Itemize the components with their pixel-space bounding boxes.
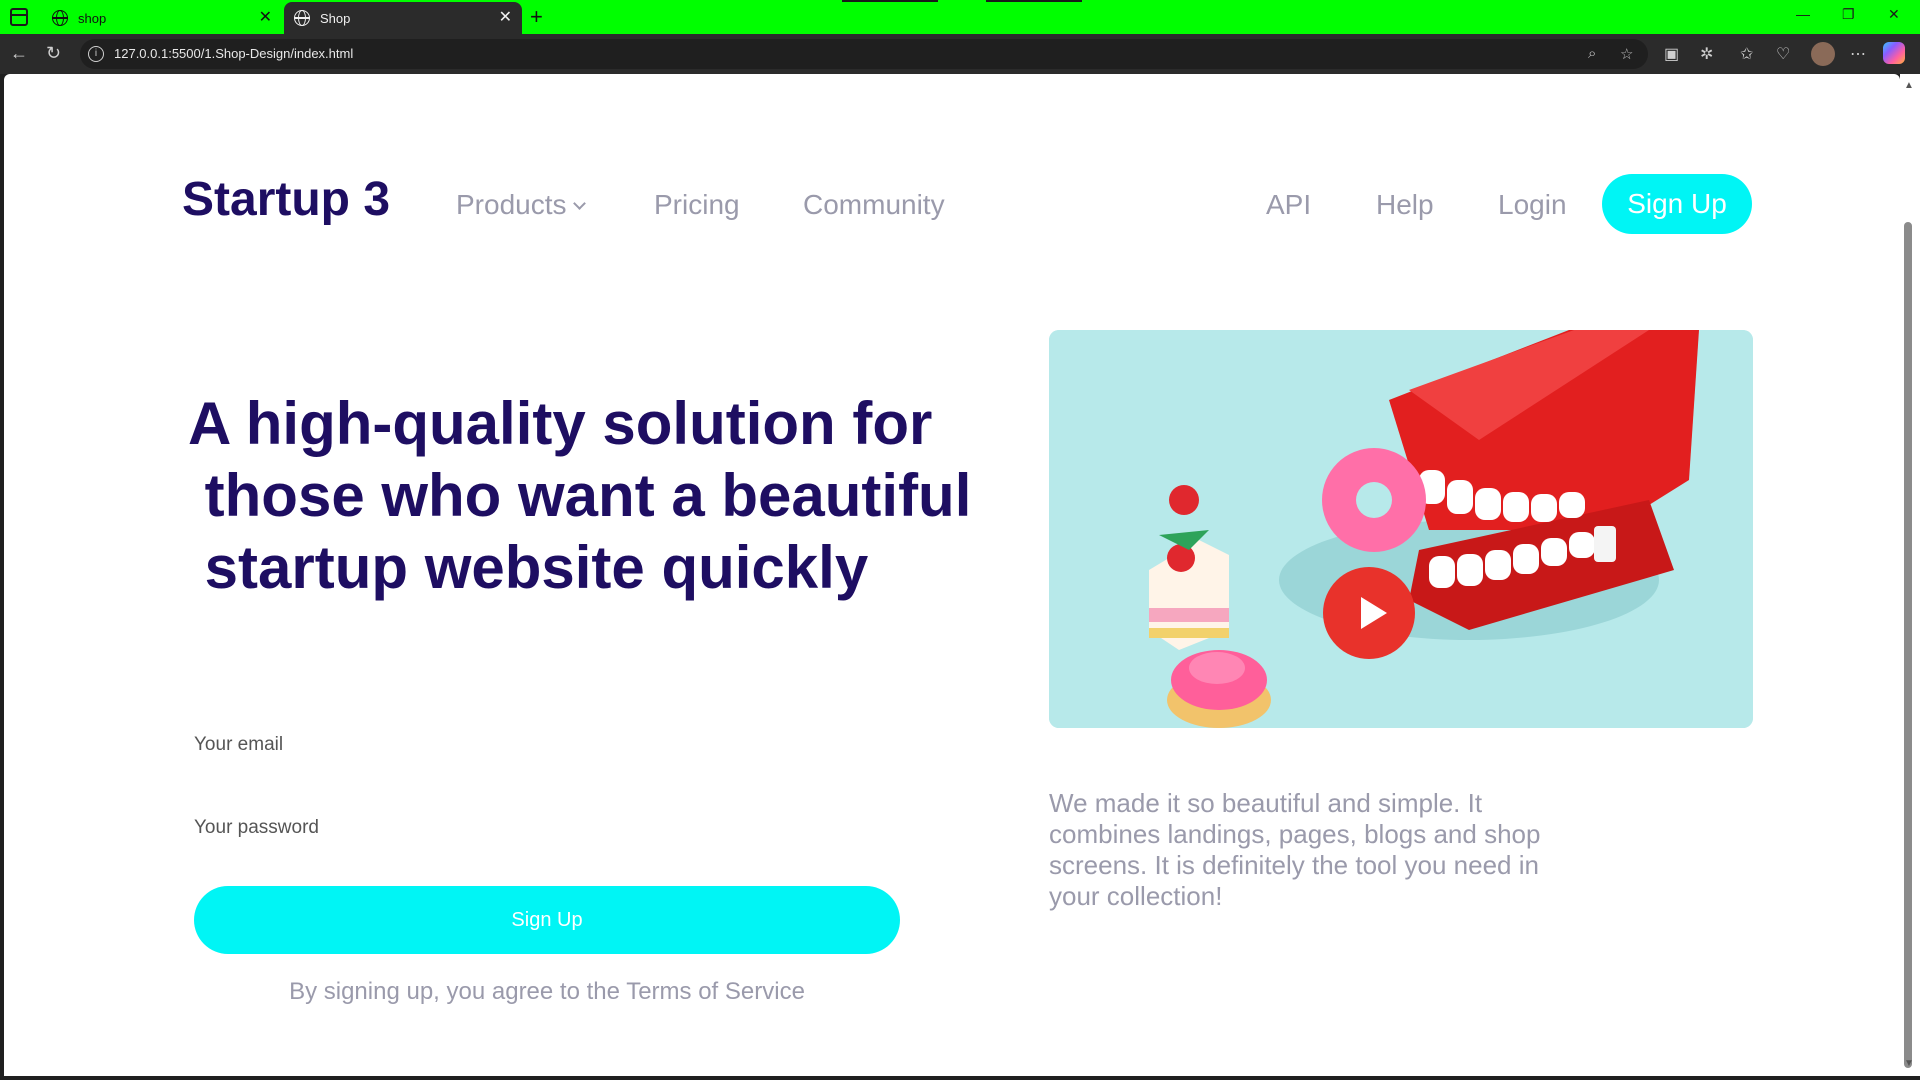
browser-tab-2-active[interactable]: Shop ✕ bbox=[284, 2, 522, 34]
nav-products[interactable]: Products bbox=[456, 189, 586, 221]
header-signup-button[interactable]: Sign Up bbox=[1602, 174, 1752, 234]
minimize-icon[interactable]: — bbox=[1796, 6, 1810, 22]
restore-icon[interactable]: ❐ bbox=[1842, 6, 1855, 23]
browser-essentials-icon[interactable]: ♡ bbox=[1776, 44, 1790, 64]
wind-up-teeth-illustration bbox=[1049, 330, 1753, 728]
more-menu-icon[interactable]: ⋯ bbox=[1850, 44, 1866, 64]
globe-icon bbox=[52, 10, 68, 26]
browser-tab-1[interactable]: shop ✕ bbox=[42, 2, 282, 34]
favorites-icon[interactable]: ✩ bbox=[1740, 44, 1753, 64]
profile-avatar[interactable] bbox=[1811, 42, 1835, 66]
close-icon[interactable]: ✕ bbox=[499, 10, 512, 26]
new-tab-icon[interactable]: + bbox=[530, 4, 543, 30]
email-input[interactable]: Your email bbox=[194, 734, 283, 756]
hero-description: We made it so beautiful and simple. It c… bbox=[1049, 788, 1541, 911]
extensions-icon[interactable]: ✲ bbox=[1700, 44, 1713, 64]
chevron-down-icon bbox=[572, 197, 586, 210]
favorite-star-icon[interactable]: ☆ bbox=[1620, 45, 1633, 63]
tabbar-indicator bbox=[842, 0, 938, 2]
hero-signup-button[interactable]: Sign Up bbox=[194, 886, 900, 954]
close-icon[interactable]: ✕ bbox=[259, 10, 272, 26]
hero-headline: A high-quality solution for those who wa… bbox=[188, 390, 972, 601]
browser-address-bar: ← ↻ i 127.0.0.1:5500/1.Shop-Design/index… bbox=[0, 34, 1920, 74]
url-text[interactable]: 127.0.0.1:5500/1.Shop-Design/index.html bbox=[114, 46, 353, 61]
wallet-icon[interactable]: ▣ bbox=[1664, 44, 1679, 64]
nav-pricing[interactable]: Pricing bbox=[654, 189, 740, 221]
tab-title: Shop bbox=[320, 10, 351, 26]
nav-api[interactable]: API bbox=[1266, 189, 1311, 221]
globe-icon bbox=[294, 10, 310, 26]
nav-login[interactable]: Login bbox=[1498, 189, 1567, 221]
scroll-down-icon[interactable]: ▼ bbox=[1904, 1058, 1914, 1069]
back-icon[interactable]: ← bbox=[10, 43, 28, 64]
nav-community[interactable]: Community bbox=[803, 189, 945, 221]
browser-tab-bar: shop ✕ Shop ✕ + — ❐ ✕ bbox=[0, 0, 1920, 34]
site-logo[interactable]: Startup 3 bbox=[182, 172, 390, 227]
terms-text: By signing up, you agree to the Terms of… bbox=[289, 978, 805, 1005]
tab-title: shop bbox=[78, 10, 107, 26]
scrollbar-thumb[interactable] bbox=[1904, 222, 1912, 1068]
tabbar-indicator bbox=[986, 0, 1082, 2]
password-input[interactable]: Your password bbox=[194, 817, 319, 839]
copilot-icon[interactable] bbox=[1883, 42, 1905, 64]
nav-products-label: Products bbox=[456, 189, 567, 220]
site-info-icon[interactable]: i bbox=[88, 46, 104, 62]
zoom-icon[interactable]: ⌕ bbox=[1588, 45, 1596, 62]
reload-icon[interactable]: ↻ bbox=[46, 43, 61, 64]
play-video-button[interactable] bbox=[1323, 567, 1415, 659]
hero-video-thumbnail[interactable] bbox=[1049, 330, 1753, 728]
nav-help[interactable]: Help bbox=[1376, 189, 1434, 221]
page-viewport: Startup 3 Products Pricing Community API… bbox=[4, 74, 1900, 1076]
url-box[interactable]: i 127.0.0.1:5500/1.Shop-Design/index.htm… bbox=[80, 39, 1648, 69]
window-close-icon[interactable]: ✕ bbox=[1888, 6, 1900, 23]
scroll-up-icon[interactable]: ▲ bbox=[1904, 80, 1914, 91]
tab-actions-icon[interactable] bbox=[10, 8, 28, 26]
